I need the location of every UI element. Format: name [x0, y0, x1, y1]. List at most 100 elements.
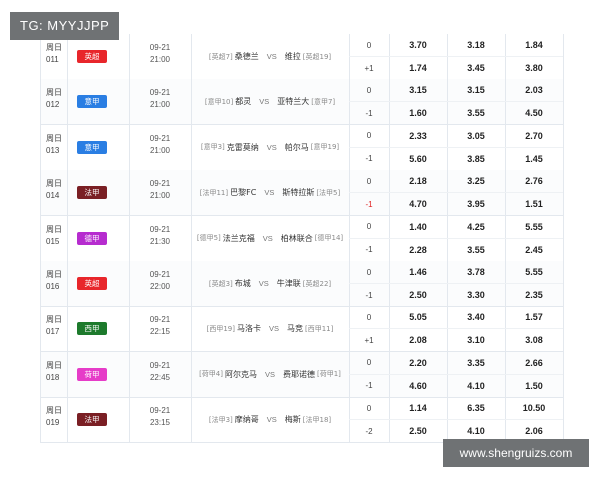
table-row[interactable]: 周日 014 法甲 09-21 21:00 [法甲11] 巴黎FC VS 斯特拉斯 [法甲5] 0 -…	[41, 170, 563, 217]
away-team[interactable]: 维拉	[285, 51, 301, 62]
odds-value-standard[interactable]: 3.05	[447, 125, 505, 147]
handicap-cell: 0 -1	[349, 215, 390, 261]
odds-value-standard[interactable]: 1.57	[505, 306, 563, 328]
odds-value-standard[interactable]: 2.76	[505, 170, 563, 192]
odds-value-handicap[interactable]: 2.28	[389, 239, 447, 261]
odds-value-standard[interactable]: 3.18	[447, 34, 505, 56]
match-cell[interactable]: [意甲10] 都灵 VS 亚特兰大 [意甲7]	[191, 79, 350, 125]
odds-value-standard[interactable]: 1.14	[389, 397, 447, 419]
odds-value-standard[interactable]: 2.20	[389, 352, 447, 374]
league-badge[interactable]: 英超	[77, 50, 107, 63]
table-row[interactable]: 周日 019 法甲 09-21 23:15 [法甲3] 摩纳哥 VS 梅斯 [法甲18] 0 -2 1.…	[41, 397, 563, 444]
away-team[interactable]: 柏林联合	[281, 233, 313, 244]
home-team[interactable]: 摩纳哥	[235, 414, 259, 425]
odds-value-handicap[interactable]: 2.50	[389, 420, 447, 442]
match-cell[interactable]: [荷甲4] 阿尔克马 VS 费耶诺德 [荷甲1]	[191, 351, 350, 397]
table-row[interactable]: 周日 015 德甲 09-21 21:30 [德甲5] 法兰克福 VS 柏林联合 [德甲14] 0 -…	[41, 215, 563, 262]
match-cell[interactable]: [德甲5] 法兰克福 VS 柏林联合 [德甲14]	[191, 215, 350, 261]
odds-value-handicap[interactable]: 2.50	[389, 284, 447, 306]
home-team[interactable]: 桑德兰	[235, 51, 259, 62]
odds-value-handicap[interactable]: 3.08	[505, 329, 563, 351]
odds-value-standard[interactable]: 5.05	[389, 306, 447, 328]
odds-value-handicap[interactable]: 2.45	[505, 239, 563, 261]
odds-value-handicap[interactable]: 3.80	[505, 57, 563, 79]
odds-value-standard[interactable]: 5.55	[505, 216, 563, 238]
odds-value-handicap[interactable]: 3.45	[447, 57, 505, 79]
odds-value-standard[interactable]: 2.66	[505, 352, 563, 374]
match-cell[interactable]: [英超3] 布城 VS 牛津联 [英超22]	[191, 261, 350, 306]
away-team[interactable]: 亚特兰大	[277, 96, 309, 107]
odds-value-standard[interactable]: 2.18	[389, 170, 447, 192]
league-cell: 英超	[67, 261, 130, 306]
odds-value-standard[interactable]: 1.40	[389, 216, 447, 238]
away-team[interactable]: 费耶诺德	[283, 369, 315, 380]
odds-value-standard[interactable]: 2.70	[505, 125, 563, 147]
odds-value-standard[interactable]: 3.15	[447, 79, 505, 101]
odds-value-handicap[interactable]: 2.35	[505, 284, 563, 306]
odds-value-handicap[interactable]: 4.60	[389, 375, 447, 397]
odds-value-standard[interactable]: 2.33	[389, 125, 447, 147]
odds-value-handicap[interactable]: 3.10	[447, 329, 505, 351]
match-cell[interactable]: [法甲11] 巴黎FC VS 斯特拉斯 [法甲5]	[191, 170, 350, 216]
odds-value-standard[interactable]: 6.35	[447, 397, 505, 419]
odds-value-standard[interactable]: 3.35	[447, 352, 505, 374]
away-team[interactable]: 斯特拉斯	[282, 187, 314, 198]
odds-value-handicap[interactable]: 5.60	[389, 148, 447, 170]
odds-value-standard[interactable]: 10.50	[505, 397, 563, 419]
table-row[interactable]: 周日 018 荷甲 09-21 22:45 [荷甲4] 阿尔克马 VS 费耶诺德 [荷甲1] 0 -1…	[41, 351, 563, 398]
match-cell[interactable]: [意甲3] 克雷莫纳 VS 帕尔马 [意甲19]	[191, 124, 350, 170]
odds-value-standard[interactable]: 3.70	[389, 34, 447, 56]
odds-value-handicap[interactable]: 3.55	[447, 102, 505, 124]
league-badge[interactable]: 德甲	[77, 231, 107, 245]
odds-value-handicap[interactable]: 3.95	[447, 193, 505, 215]
odds-value-handicap[interactable]: 3.30	[447, 284, 505, 306]
odds-value-handicap[interactable]: 1.51	[505, 193, 563, 215]
table-row[interactable]: 周日 013 意甲 09-21 21:00 [意甲3] 克雷莫纳 VS 帕尔马 [意甲19] 0 -1…	[41, 124, 563, 171]
away-team[interactable]: 马竞	[287, 323, 303, 334]
home-team[interactable]: 都灵	[235, 96, 251, 107]
league-badge[interactable]: 荷甲	[77, 367, 107, 381]
away-team[interactable]: 牛津联	[277, 278, 301, 289]
odds-value-handicap[interactable]: 1.60	[389, 102, 447, 124]
odds-value-standard[interactable]: 1.46	[389, 261, 447, 283]
away-team[interactable]: 帕尔马	[285, 142, 309, 153]
odds-value-handicap[interactable]: 3.85	[447, 148, 505, 170]
table-row[interactable]: 周日 016 英超 09-21 22:00 [英超3] 布城 VS 牛津联 [英超22] 0 -1 1.…	[41, 261, 563, 307]
home-team[interactable]: 巴黎FC	[230, 187, 256, 198]
league-badge[interactable]: 法甲	[77, 186, 107, 200]
home-team[interactable]: 阿尔克马	[225, 369, 257, 380]
home-team[interactable]: 马洛卡	[237, 323, 261, 334]
odds-value-handicap[interactable]: 4.10	[447, 375, 505, 397]
away-team[interactable]: 梅斯	[285, 414, 301, 425]
odds-value-standard[interactable]: 3.40	[447, 306, 505, 328]
odds-value-standard[interactable]: 3.78	[447, 261, 505, 283]
odds-value-standard[interactable]: 5.55	[505, 261, 563, 283]
odds-value-standard[interactable]: 2.03	[505, 79, 563, 101]
table-row[interactable]: 周日 017 西甲 09-21 22:15 [西甲19] 马洛卡 VS 马竞 [西甲11] 0 +1 5…	[41, 306, 563, 353]
home-team[interactable]: 布城	[235, 278, 251, 289]
league-badge[interactable]: 意甲	[77, 95, 107, 109]
odds-value-handicap[interactable]: 4.50	[505, 102, 563, 124]
home-team[interactable]: 克雷莫纳	[227, 142, 259, 153]
odds-value-handicap[interactable]: 3.55	[447, 239, 505, 261]
vs-label: VS	[262, 233, 273, 243]
table-row[interactable]: 周日 011 英超 09-21 21:00 [英超7] 桑德兰 VS 维拉 [英超19] 0 +1 3.…	[41, 34, 563, 80]
match-cell[interactable]: [英超7] 桑德兰 VS 维拉 [英超19]	[191, 34, 350, 79]
league-badge[interactable]: 西甲	[77, 322, 107, 336]
league-badge[interactable]: 法甲	[77, 413, 107, 427]
odds-value-handicap[interactable]: 1.74	[389, 57, 447, 79]
odds-value-handicap[interactable]: 2.08	[389, 329, 447, 351]
odds-value-handicap[interactable]: 1.45	[505, 148, 563, 170]
league-badge[interactable]: 意甲	[77, 140, 107, 154]
match-cell[interactable]: [西甲19] 马洛卡 VS 马竞 [西甲11]	[191, 306, 350, 352]
league-badge[interactable]: 英超	[77, 277, 107, 290]
odds-value-standard[interactable]: 3.25	[447, 170, 505, 192]
odds-value-standard[interactable]: 1.84	[505, 34, 563, 56]
match-cell[interactable]: [法甲3] 摩纳哥 VS 梅斯 [法甲18]	[191, 397, 350, 443]
home-team[interactable]: 法兰克福	[223, 233, 255, 244]
odds-value-handicap[interactable]: 1.50	[505, 375, 563, 397]
odds-value-standard[interactable]: 4.25	[447, 216, 505, 238]
odds-value-standard[interactable]: 3.15	[389, 79, 447, 101]
table-row[interactable]: 周日 012 意甲 09-21 21:00 [意甲10] 都灵 VS 亚特兰大 [意甲7] 0 -1 3…	[41, 79, 563, 126]
odds-value-handicap[interactable]: 4.70	[389, 193, 447, 215]
